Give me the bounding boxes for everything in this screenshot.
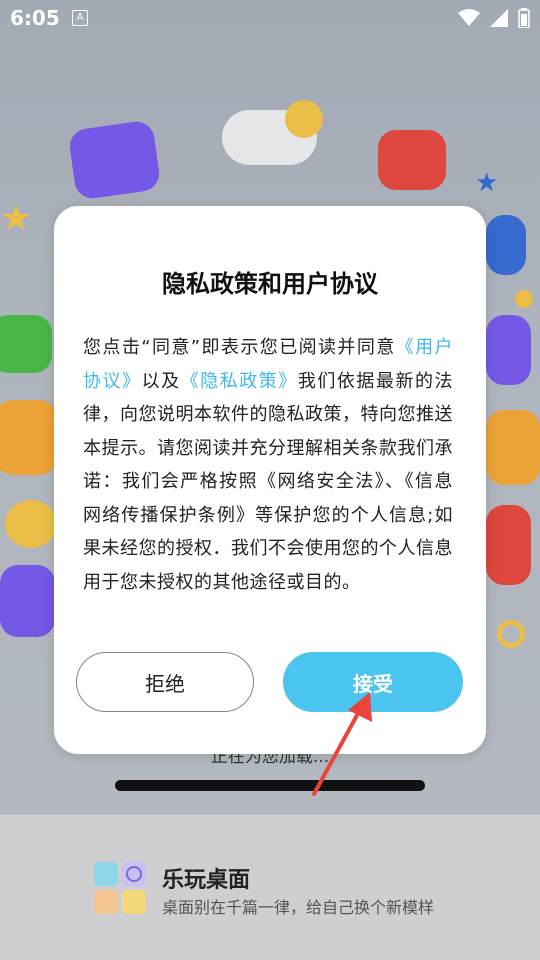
status-bar: 6:05 A	[0, 0, 540, 36]
body-text-2: 以及	[141, 370, 181, 392]
status-time: 6:05	[10, 6, 60, 30]
reject-button[interactable]: 拒绝	[76, 652, 254, 712]
app-subtitle: 桌面别在千篇一律，给自己换个新模样	[162, 898, 435, 917]
dialog-title: 隐私政策和用户协议	[162, 270, 378, 298]
pointer-arrow-icon	[312, 692, 372, 796]
notification-icon: A	[72, 10, 88, 26]
wifi-icon	[458, 9, 480, 26]
body-text-3: 我们依据最新的法律，向您说明本软件的隐私政策，特向您推送本提示。请您阅读并充分理…	[83, 370, 454, 593]
privacy-policy-link[interactable]: 《隐私政策》	[181, 371, 298, 392]
app-logo-icon	[94, 862, 146, 914]
app-info-footer	[0, 815, 540, 960]
app-title: 乐玩桌面	[162, 868, 251, 893]
dialog-body: 您点击“同意”即表示您已阅读并同意《用户协议》以及《隐私政策》我们依据最新的法律…	[83, 331, 453, 599]
privacy-dialog: 隐私政策和用户协议 您点击“同意”即表示您已阅读并同意《用户协议》以及《隐私政策…	[54, 206, 486, 754]
battery-icon	[518, 8, 530, 28]
body-text-1: 您点击“同意”即表示您已阅读并同意	[83, 337, 396, 358]
status-icons	[458, 8, 530, 28]
signal-icon	[490, 9, 508, 27]
